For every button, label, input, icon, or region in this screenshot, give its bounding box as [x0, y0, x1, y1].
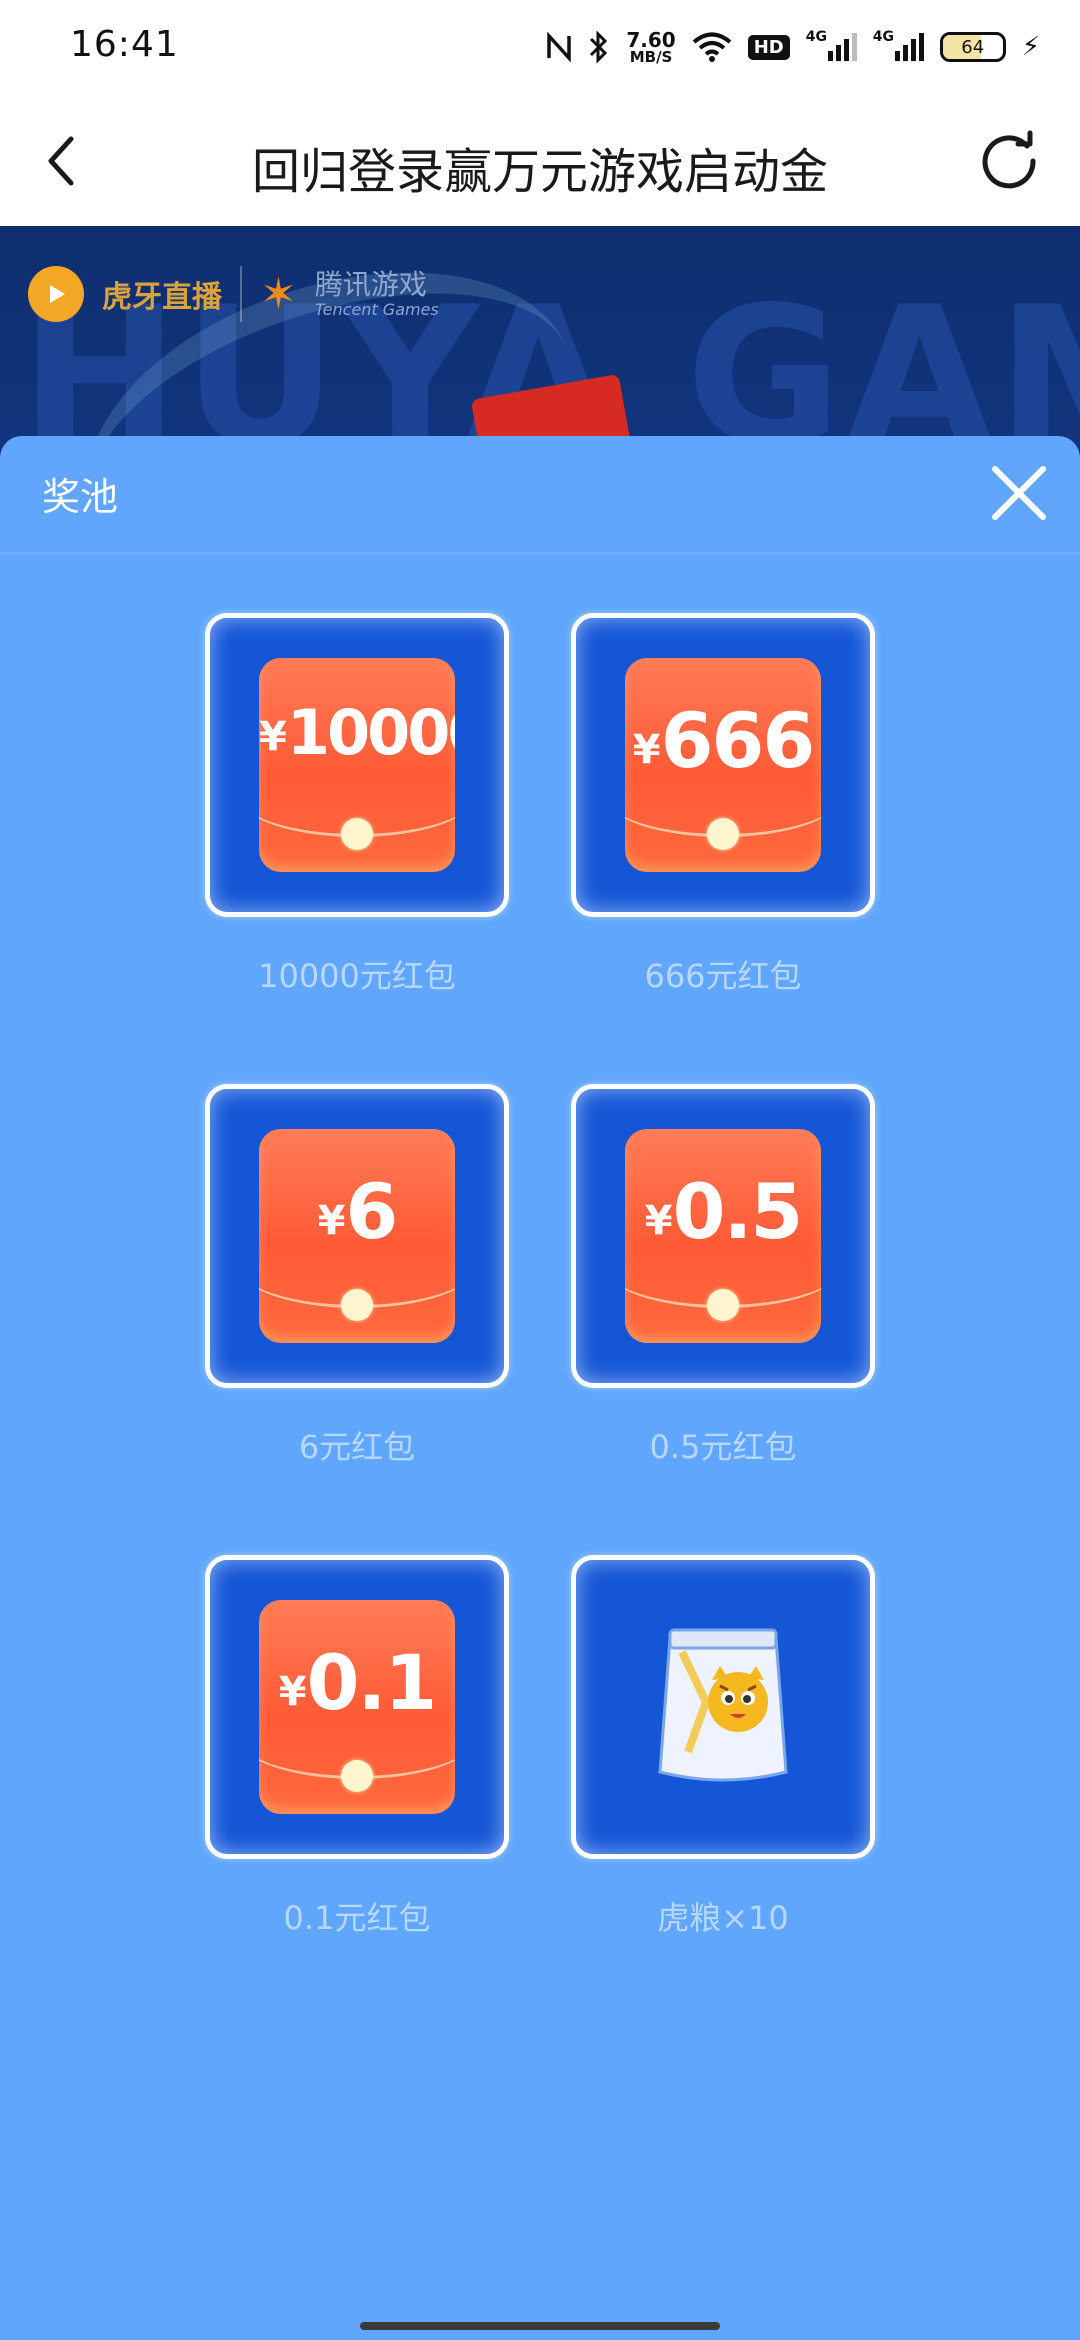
huya-brand-text: 虎牙直播: [102, 280, 222, 315]
envelope-amount: ¥0.5: [644, 1167, 803, 1256]
network-speed: 7.60 MB/S: [626, 27, 676, 66]
signal-sim1-icon: 4G: [806, 29, 857, 61]
close-button[interactable]: [984, 458, 1054, 528]
hd-voice-badge: HD: [747, 34, 790, 60]
brand-row: 虎牙直播 ✶ 腾讯游戏 Tencent Games: [28, 266, 439, 322]
envelope-amount: ¥666: [632, 696, 815, 785]
back-button[interactable]: [26, 126, 96, 196]
red-envelope-icon: ¥666: [625, 658, 821, 872]
signal-sim2-icon: 4G: [873, 29, 924, 61]
wifi-icon: [692, 31, 732, 63]
brand-divider: [240, 266, 242, 322]
envelope-amount: ¥0.1: [278, 1638, 437, 1727]
prize-label: 0.5元红包: [649, 1428, 797, 1466]
prize-item: ¥666 666元红包: [571, 613, 875, 997]
prize-card: ¥0.1: [205, 1555, 509, 1859]
prize-item: 虎粮×10: [571, 1555, 875, 1939]
prize-card: ¥0.5: [571, 1084, 875, 1388]
page-title: 回归登录赢万元游戏启动金: [251, 144, 828, 200]
prize-label: 666元红包: [644, 957, 802, 995]
sheet-header: 奖池: [0, 436, 1080, 554]
prize-card: ¥6: [205, 1084, 509, 1388]
tiger-food-bag-icon: [658, 1628, 788, 1782]
battery-icon: 64: [939, 32, 1006, 62]
prize-label: 10000元红包: [258, 957, 456, 995]
chevron-left-icon: [48, 136, 74, 186]
charging-icon: ⚡: [1021, 32, 1040, 62]
red-envelope-icon: ¥0.5: [625, 1129, 821, 1343]
prize-item: ¥6 6元红包: [205, 1084, 509, 1468]
refresh-icon: [982, 130, 1036, 189]
red-envelope-icon: ¥0.1: [259, 1600, 455, 1814]
home-indicator[interactable]: [360, 2322, 720, 2330]
close-icon: [992, 466, 1046, 520]
prize-label: 0.1元红包: [283, 1899, 431, 1937]
prize-item: ¥0.5 0.5元红包: [571, 1084, 875, 1468]
prize-item: ¥0.1 0.1元红包: [205, 1555, 509, 1939]
envelope-amount: ¥6: [317, 1167, 399, 1256]
nfc-icon: [546, 32, 572, 62]
tencent-games-logo-icon: ✶: [260, 268, 297, 320]
envelope-amount: ¥10000: [259, 696, 455, 769]
event-banner: HUYA GAME 虎牙直播 ✶ 腾讯游戏 Tencent Games: [0, 226, 1080, 466]
title-bar: 回归登录赢万元游戏启动金: [0, 96, 1080, 226]
bluetooth-icon: [588, 30, 610, 64]
prize-pool-sheet: 奖池 ¥10000 10000元红包 ¥666 666元红包: [0, 436, 1080, 2340]
sheet-title: 奖池: [42, 475, 119, 519]
prize-card: ¥10000: [205, 613, 509, 917]
prize-label: 6元红包: [298, 1428, 416, 1466]
red-envelope-icon: ¥6: [259, 1129, 455, 1343]
status-time: 16:41: [70, 24, 179, 65]
refresh-button[interactable]: [974, 126, 1044, 196]
prize-card: ¥666: [571, 613, 875, 917]
huya-logo-icon: [28, 266, 84, 322]
status-icons: 7.60 MB/S HD 4G 4G 64 ⚡: [546, 22, 1040, 72]
prize-card: [571, 1555, 875, 1859]
tencent-games-text: 腾讯游戏 Tencent Games: [314, 267, 439, 319]
red-envelope-icon: ¥10000: [259, 658, 455, 872]
prize-label: 虎粮×10: [657, 1899, 789, 1937]
status-bar: 16:41 7.60 MB/S HD 4G 4G 64 ⚡: [0, 0, 1080, 96]
prize-item: ¥10000 10000元红包: [205, 613, 509, 997]
